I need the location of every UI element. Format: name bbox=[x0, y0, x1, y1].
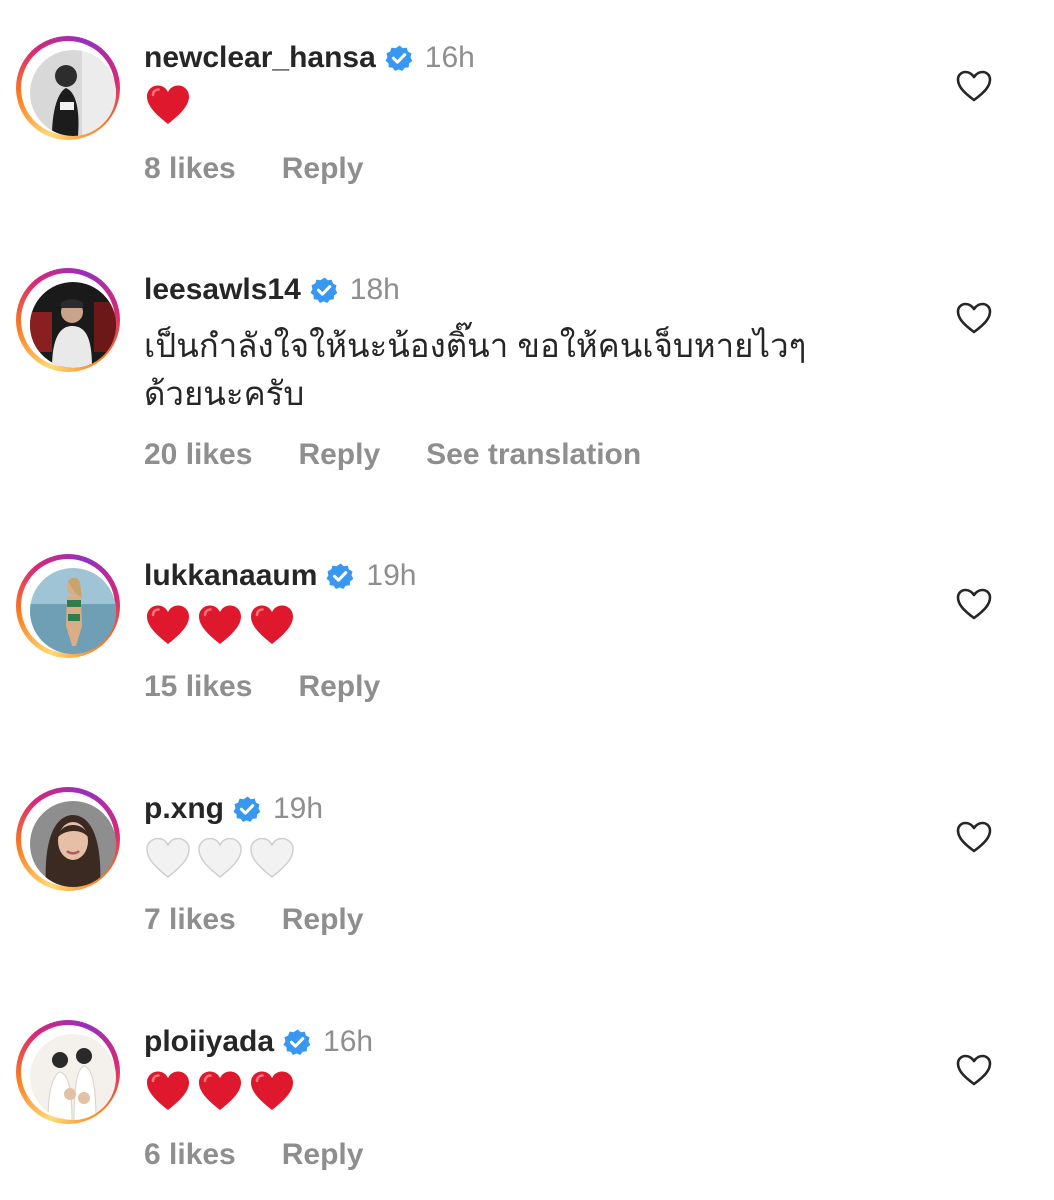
likes-count[interactable]: 6 likes bbox=[144, 1138, 236, 1172]
comment-header: leesawls14 18h bbox=[144, 270, 400, 310]
red-heart-emoji bbox=[198, 1070, 242, 1112]
comment-text: ❤️ bbox=[146, 84, 190, 126]
username[interactable]: leesawls14 bbox=[144, 273, 301, 307]
username[interactable]: lukkanaaum bbox=[144, 559, 317, 593]
timestamp: 19h bbox=[273, 792, 324, 825]
comment-item: lukkanaaum 19h ❤️❤️❤️ 15 likes Reply bbox=[0, 554, 1054, 714]
red-heart-emoji bbox=[198, 604, 242, 646]
red-heart-emoji bbox=[146, 1070, 190, 1112]
white-heart-emoji bbox=[250, 837, 294, 878]
reply-button[interactable]: Reply bbox=[282, 1138, 364, 1172]
avatar[interactable] bbox=[30, 282, 116, 368]
comment-header: p.xng 19h bbox=[144, 789, 323, 829]
heart-outline-icon[interactable] bbox=[956, 302, 992, 334]
comment-header: ploiiyada 16h bbox=[144, 1022, 373, 1062]
heart-outline-icon[interactable] bbox=[956, 1054, 992, 1086]
comment-item: p.xng 19h 🤍🤍🤍 7 likes Reply bbox=[0, 787, 1054, 947]
avatar[interactable] bbox=[30, 50, 116, 136]
verified-badge-icon bbox=[326, 562, 355, 590]
likes-count[interactable]: 7 likes bbox=[144, 903, 236, 937]
white-heart-emoji bbox=[146, 837, 190, 878]
comment-actions: 6 likes Reply bbox=[144, 1138, 409, 1172]
story-ring[interactable] bbox=[16, 36, 120, 140]
heart-outline-icon[interactable] bbox=[956, 588, 992, 620]
username[interactable]: newclear_hansa bbox=[144, 41, 376, 75]
username[interactable]: p.xng bbox=[144, 792, 224, 826]
avatar[interactable] bbox=[30, 1034, 116, 1120]
avatar[interactable] bbox=[30, 801, 116, 887]
red-heart-emoji bbox=[146, 604, 190, 646]
username[interactable]: ploiiyada bbox=[144, 1025, 274, 1059]
timestamp: 19h bbox=[366, 559, 417, 592]
see-translation-button[interactable]: See translation bbox=[426, 438, 641, 472]
likes-count[interactable]: 15 likes bbox=[144, 670, 252, 704]
comment-actions: 7 likes Reply bbox=[144, 903, 409, 937]
comment-text: ❤️❤️❤️ bbox=[146, 604, 294, 646]
story-ring[interactable] bbox=[16, 554, 120, 658]
verified-badge-icon bbox=[384, 44, 413, 72]
red-heart-emoji bbox=[250, 1070, 294, 1112]
comment-item: newclear_hansa 16h ❤️ 8 likes Reply bbox=[0, 36, 1054, 196]
reply-button[interactable]: Reply bbox=[282, 152, 364, 186]
reply-button[interactable]: Reply bbox=[298, 670, 380, 704]
comment-item: ploiiyada 16h ❤️❤️❤️ 6 likes Reply bbox=[0, 1020, 1054, 1180]
timestamp: 18h bbox=[349, 273, 400, 306]
likes-count[interactable]: 20 likes bbox=[144, 438, 252, 472]
white-heart-emoji bbox=[198, 837, 242, 878]
comment-actions: 20 likes Reply See translation bbox=[144, 438, 641, 472]
red-heart-emoji bbox=[250, 604, 294, 646]
comment-actions: 15 likes Reply bbox=[144, 670, 426, 704]
story-ring[interactable] bbox=[16, 268, 120, 372]
verified-badge-icon bbox=[309, 276, 338, 304]
comment-item: leesawls14 18h เป็นกำลังใจให้นะน้องติ๊นา… bbox=[0, 268, 1054, 488]
heart-outline-icon[interactable] bbox=[956, 70, 992, 102]
comment-actions: 8 likes Reply bbox=[144, 152, 409, 186]
comment-text: ❤️❤️❤️ bbox=[146, 1070, 294, 1112]
likes-count[interactable]: 8 likes bbox=[144, 152, 236, 186]
comment-text-line: ด้วยนะครับ bbox=[144, 375, 305, 412]
verified-badge-icon bbox=[283, 1028, 312, 1056]
comment-text: 🤍🤍🤍 bbox=[146, 837, 294, 879]
comment-header: lukkanaaum 19h bbox=[144, 556, 416, 596]
timestamp: 16h bbox=[323, 1025, 374, 1058]
heart-outline-icon[interactable] bbox=[956, 821, 992, 853]
verified-badge-icon bbox=[233, 795, 261, 823]
reply-button[interactable]: Reply bbox=[282, 903, 364, 937]
comment-text: เป็นกำลังใจให้นะน้องติ๊นา ขอให้คนเจ็บหาย… bbox=[144, 322, 806, 418]
red-heart-emoji bbox=[146, 84, 190, 126]
avatar[interactable] bbox=[30, 568, 116, 654]
reply-button[interactable]: Reply bbox=[298, 438, 380, 472]
story-ring[interactable] bbox=[16, 787, 120, 891]
story-ring[interactable] bbox=[16, 1020, 120, 1124]
timestamp: 16h bbox=[424, 41, 475, 74]
comment-header: newclear_hansa 16h bbox=[144, 38, 475, 78]
comment-text-line: เป็นกำลังใจให้นะน้องติ๊นา ขอให้คนเจ็บหาย… bbox=[144, 327, 807, 364]
